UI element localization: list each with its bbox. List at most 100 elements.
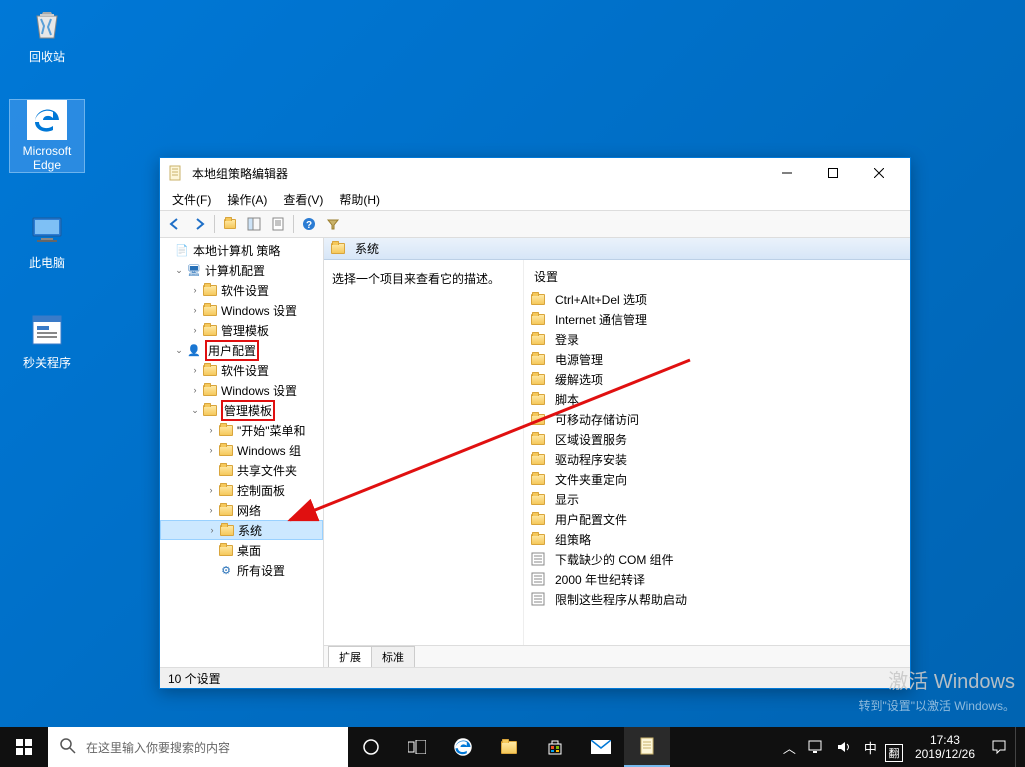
maximize-button[interactable] — [810, 158, 856, 188]
settings-item[interactable]: 缓解选项 — [530, 369, 904, 389]
edge-icon — [27, 100, 67, 140]
menu-help[interactable]: 帮助(H) — [333, 189, 386, 210]
settings-item[interactable]: 脚本 — [530, 389, 904, 409]
tree-item[interactable]: ›网络 — [160, 500, 323, 520]
settings-item[interactable]: 文件夹重定向 — [530, 469, 904, 489]
tree-item[interactable]: 共享文件夹 — [160, 460, 323, 480]
folder-icon — [530, 292, 546, 306]
desktop-icon-edge[interactable]: Microsoft Edge — [10, 100, 84, 172]
show-hide-tree-button[interactable] — [243, 213, 265, 235]
help-button[interactable]: ? — [298, 213, 320, 235]
menu-view[interactable]: 查看(V) — [277, 189, 329, 210]
tree-computer-config[interactable]: ⌄🖥计算机配置 — [160, 260, 323, 280]
close-button[interactable] — [856, 158, 902, 188]
start-button[interactable] — [0, 727, 48, 767]
show-desktop-button[interactable] — [1015, 727, 1021, 767]
settings-item[interactable]: 组策略 — [530, 529, 904, 549]
tab-extended[interactable]: 扩展 — [328, 646, 372, 667]
back-button[interactable] — [164, 213, 186, 235]
edge-taskbar-icon[interactable] — [440, 727, 486, 767]
setting-icon — [530, 552, 546, 566]
tree-item[interactable]: ›管理模板 — [160, 320, 323, 340]
settings-item[interactable]: Ctrl+Alt+Del 选项 — [530, 289, 904, 309]
settings-item[interactable]: 限制这些程序从帮助启动 — [530, 589, 904, 609]
settings-item[interactable]: 区域设置服务 — [530, 429, 904, 449]
gpedit-taskbar-icon[interactable] — [624, 727, 670, 767]
search-box[interactable]: 在这里输入你要搜索的内容 — [48, 727, 348, 767]
desktop-icon-label: 秒关程序 — [23, 356, 71, 370]
clock[interactable]: 17:43 2019/12/26 — [907, 727, 983, 767]
settings-list[interactable]: Ctrl+Alt+Del 选项 Internet 通信管理登录电源管理缓解选项脚本… — [524, 289, 910, 645]
store-taskbar-icon[interactable] — [532, 727, 578, 767]
tree-admin-templates[interactable]: ⌄管理模板 — [160, 400, 323, 420]
folder-icon — [530, 392, 546, 406]
taskview-icon[interactable] — [394, 727, 440, 767]
properties-button[interactable] — [267, 213, 289, 235]
taskbar: 在这里输入你要搜索的内容 ︿ 中 翻 17:43 2019/12/26 — [0, 727, 1025, 767]
tree-pane[interactable]: 📄本地计算机 策略 ⌄🖥计算机配置 ›软件设置 ›Windows 设置 ›管理模… — [160, 238, 324, 667]
tray-volume-icon[interactable] — [832, 727, 856, 767]
tree-item[interactable]: 桌面 — [160, 540, 323, 560]
settings-item[interactable]: 驱动程序安装 — [530, 449, 904, 469]
tree-system[interactable]: ›系统 — [160, 520, 323, 540]
tree-item[interactable]: ›软件设置 — [160, 280, 323, 300]
settings-item-label: Internet 通信管理 — [555, 311, 647, 328]
up-button[interactable] — [219, 213, 241, 235]
tree-user-config[interactable]: ⌄👤用户配置 — [160, 340, 323, 360]
clock-date: 2019/12/26 — [915, 747, 975, 761]
tray-network-icon[interactable] — [804, 727, 828, 767]
tree-item[interactable]: ›Windows 设置 — [160, 380, 323, 400]
settings-item[interactable]: Internet 通信管理 — [530, 309, 904, 329]
desktop-icon-app[interactable]: 秒关程序 — [10, 310, 84, 371]
folder-icon — [530, 372, 546, 386]
tree-item[interactable]: ›"开始"菜单和 — [160, 420, 323, 440]
content-header: 系统 — [324, 238, 910, 260]
desktop-icon-pc[interactable]: 此电脑 — [10, 210, 84, 271]
minimize-button[interactable] — [764, 158, 810, 188]
desktop-icon-label: 回收站 — [29, 50, 65, 64]
activation-watermark: 激活 Windows 转到"设置"以激活 Windows。 — [858, 667, 1015, 715]
folder-icon — [530, 472, 546, 486]
tree-root[interactable]: 📄本地计算机 策略 — [160, 240, 323, 260]
settings-item[interactable]: 用户配置文件 — [530, 509, 904, 529]
settings-item-label: 下载缺少的 COM 组件 — [555, 551, 674, 568]
tab-standard[interactable]: 标准 — [371, 646, 415, 667]
settings-item[interactable]: 电源管理 — [530, 349, 904, 369]
settings-item[interactable]: 2000 年世纪转译 — [530, 569, 904, 589]
tree-item[interactable]: ›软件设置 — [160, 360, 323, 380]
search-icon — [60, 738, 76, 757]
settings-item-label: 组策略 — [555, 531, 591, 548]
tree-all-settings[interactable]: ⚙所有设置 — [160, 560, 323, 580]
mail-taskbar-icon[interactable] — [578, 727, 624, 767]
description-column: 选择一个项目来查看它的描述。 — [324, 260, 524, 645]
menu-action[interactable]: 操作(A) — [221, 189, 273, 210]
forward-button[interactable] — [188, 213, 210, 235]
filter-button[interactable] — [322, 213, 344, 235]
action-center-icon[interactable] — [987, 727, 1011, 767]
folder-icon — [530, 352, 546, 366]
titlebar[interactable]: 本地组策略编辑器 — [160, 158, 910, 188]
gpedit-window: 本地组策略编辑器 文件(F) 操作(A) 查看(V) 帮助(H) ? 📄本地计算… — [159, 157, 911, 689]
ime-indicator[interactable]: 中 — [860, 727, 881, 767]
cortana-icon[interactable] — [348, 727, 394, 767]
tree-item[interactable]: ›控制面板 — [160, 480, 323, 500]
menu-file[interactable]: 文件(F) — [166, 189, 217, 210]
search-placeholder: 在这里输入你要搜索的内容 — [86, 739, 230, 756]
settings-item[interactable]: 下载缺少的 COM 组件 — [530, 549, 904, 569]
settings-item[interactable]: 可移动存储访问 — [530, 409, 904, 429]
ime-indicator-2[interactable]: 翻 — [885, 744, 903, 762]
tree-item[interactable]: ›Windows 设置 — [160, 300, 323, 320]
settings-item[interactable]: 登录 — [530, 329, 904, 349]
desktop-icon-recycle[interactable]: 回收站 — [10, 4, 84, 65]
description-text: 选择一个项目来查看它的描述。 — [332, 272, 500, 286]
tree-item[interactable]: ›Windows 组 — [160, 440, 323, 460]
settings-item-label: 缓解选项 — [555, 371, 603, 388]
explorer-taskbar-icon[interactable] — [486, 727, 532, 767]
settings-item-label: 文件夹重定向 — [555, 471, 627, 488]
tray-chevron-icon[interactable]: ︿ — [779, 727, 800, 767]
settings-item-label: 登录 — [555, 331, 579, 348]
folder-icon — [530, 492, 546, 506]
settings-item[interactable]: 显示 — [530, 489, 904, 509]
settings-item-label: 可移动存储访问 — [555, 411, 639, 428]
gpedit-icon — [168, 165, 184, 181]
